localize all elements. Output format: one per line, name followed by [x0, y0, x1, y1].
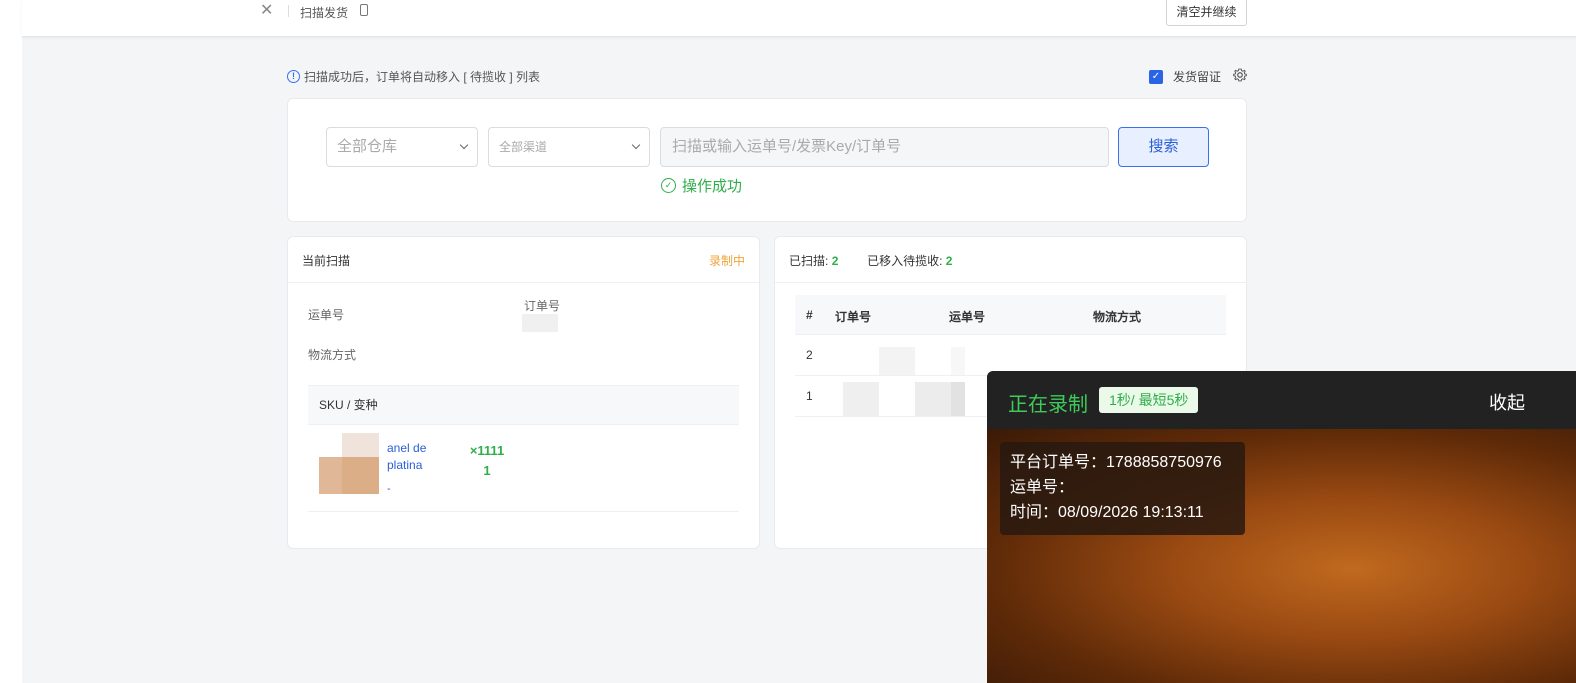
row-index: 1	[806, 389, 813, 403]
row-index: 2	[806, 348, 813, 362]
chevron-down-icon	[631, 140, 641, 150]
sku-row: anel de platina - ×1111 1	[308, 427, 739, 512]
keep-evidence-label: 发货留证	[1173, 70, 1222, 84]
recording-header: 正在录制 1秒/ 最短5秒 收起	[987, 371, 1576, 429]
column-tracking: 运单号	[949, 310, 986, 324]
scanned-count: 2	[831, 254, 839, 268]
scan-stats: 已扫描: 2 已移入待揽收: 2	[789, 252, 952, 269]
close-icon[interactable]: ✕	[260, 3, 273, 19]
warehouse-select[interactable]: 全部仓库	[326, 127, 478, 167]
scan-hint: ! 扫描成功后，订单将自动移入 [ 待揽收 ] 列表	[287, 68, 540, 85]
product-thumbnail	[319, 433, 379, 495]
moved-count: 2	[945, 254, 953, 268]
order-value-masked	[522, 314, 558, 332]
column-logistics: 物流方式	[1093, 310, 1142, 324]
sku-name-link[interactable]: anel de platina	[387, 440, 447, 474]
recording-title: 正在录制	[1008, 394, 1088, 416]
scan-list-header: 已扫描: 2 已移入待揽收: 2	[775, 237, 1246, 283]
left-gutter	[0, 0, 22, 683]
sku-header: SKU / 变种	[308, 385, 739, 425]
search-button[interactable]: 搜索	[1118, 127, 1209, 167]
chevron-down-icon	[459, 140, 469, 150]
logistics-label: 物流方式	[308, 348, 357, 362]
sku-quantity: ×1111 1	[469, 443, 505, 478]
success-text: 操作成功	[682, 178, 743, 195]
current-scan-card: 当前扫描 录制中 运单号 订单号 物流方式 SKU / 变种 anel de p…	[287, 236, 760, 549]
overlay-order: 平台订单号：1788858750976	[1010, 454, 1222, 471]
check-circle-icon: ✓	[661, 178, 676, 193]
camera-preview: 平台订单号：1788858750976 运单号： 时间：08/09/2026 1…	[987, 429, 1576, 683]
current-scan-header: 当前扫描 录制中	[288, 237, 759, 283]
divider	[288, 5, 289, 17]
scan-hint-text: 扫描成功后，订单将自动移入 [ 待揽收 ] 列表	[304, 70, 541, 84]
info-icon: !	[287, 70, 300, 83]
table-header: # 订单号 运单号 物流方式	[795, 295, 1226, 335]
masked-cell	[915, 382, 951, 416]
keep-evidence-checkbox[interactable]: ✓	[1149, 69, 1163, 84]
top-bar: ✕ 扫描发货 清空并继续	[22, 0, 1576, 37]
order-label: 订单号	[524, 299, 561, 313]
success-message: ✓ 操作成功	[661, 175, 742, 196]
column-order: 订单号	[835, 310, 872, 324]
search-panel: 全部仓库 全部渠道 扫描或输入运单号/发票Key/订单号 搜索 ✓ 操作成功	[287, 98, 1247, 222]
recording-panel: 正在录制 1秒/ 最短5秒 收起 平台订单号：1788858750976 运单号…	[987, 371, 1576, 683]
masked-cell	[951, 347, 965, 375]
moved-label: 已移入待揽收:	[867, 254, 943, 268]
column-index: #	[806, 308, 813, 322]
scan-input[interactable]: 扫描或输入运单号/发票Key/订单号	[660, 127, 1109, 167]
collapse-button[interactable]: 收起	[1489, 389, 1525, 415]
tracking-label: 运单号	[308, 308, 345, 322]
video-info-overlay: 平台订单号：1788858750976 运单号： 时间：08/09/2026 1…	[1000, 442, 1245, 535]
sku-variant: -	[387, 483, 391, 495]
clear-and-continue-button[interactable]: 清空并继续	[1166, 0, 1247, 26]
overlay-tracking: 运单号：	[1010, 479, 1075, 496]
masked-cell	[879, 347, 915, 375]
phone-icon[interactable]	[360, 4, 368, 16]
overlay-time: 时间：08/09/2026 19:13:11	[1010, 504, 1204, 521]
scanned-label: 已扫描:	[789, 254, 829, 268]
masked-cell	[951, 382, 965, 416]
keep-evidence-toggle[interactable]: ✓ 发货留证	[1149, 68, 1221, 85]
channel-select[interactable]: 全部渠道	[488, 127, 650, 167]
recording-status: 录制中	[708, 254, 745, 268]
masked-cell	[843, 382, 879, 416]
warehouse-select-value: 全部仓库	[337, 138, 398, 155]
current-scan-title: 当前扫描	[302, 254, 351, 268]
recording-timer: 1秒/ 最短5秒	[1099, 387, 1199, 413]
gear-icon[interactable]	[1233, 68, 1247, 82]
page-title: 扫描发货	[300, 6, 349, 20]
table-row[interactable]: 2	[795, 335, 1226, 376]
channel-select-value: 全部渠道	[499, 140, 548, 154]
